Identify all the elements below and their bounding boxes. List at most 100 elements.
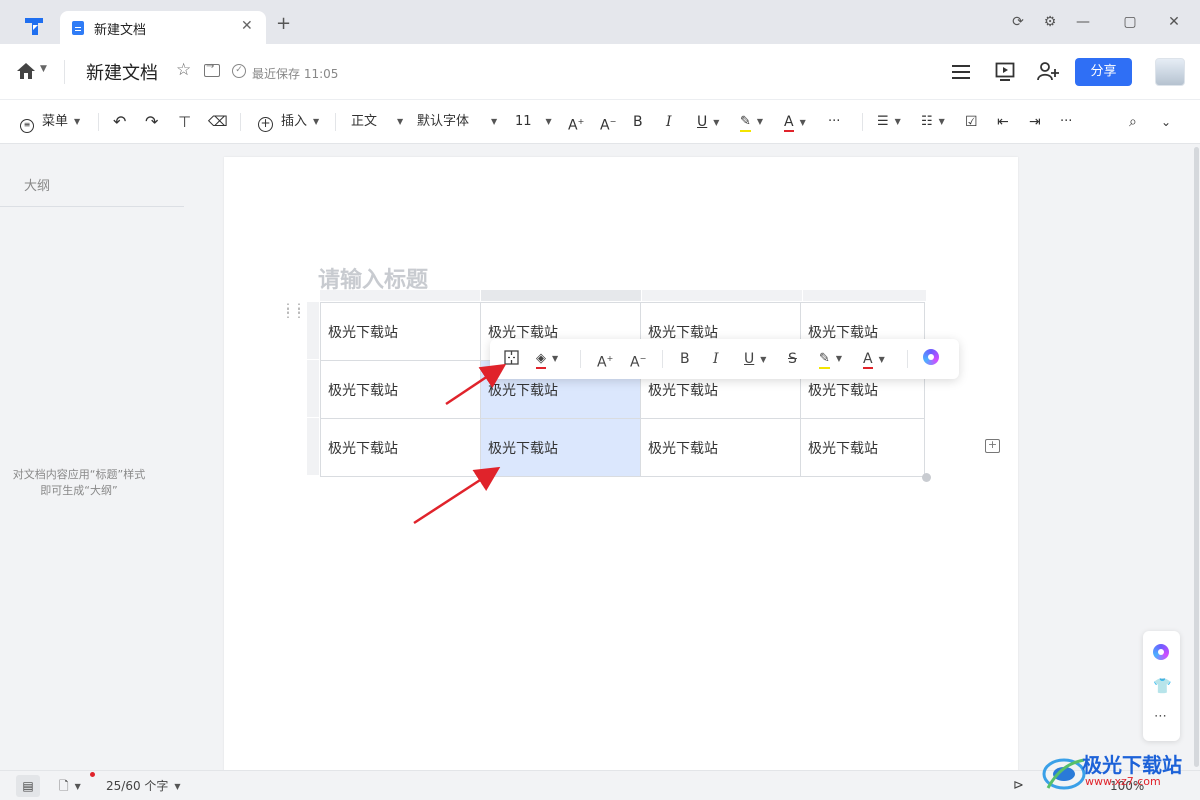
table-row: 极光下载站 极光下载站 极光下载站 极光下载站 [320,418,925,477]
italic-button[interactable]: I [713,339,719,379]
minimize-icon[interactable]: — [1073,12,1093,32]
row-handle[interactable] [307,418,319,475]
document-icon [72,21,84,35]
underline-label: U [744,351,755,367]
toolbar-divider [862,113,863,131]
undo-icon[interactable]: ↶ [113,100,126,144]
checklist-icon[interactable]: ☑ [965,100,978,144]
decrease-font-icon[interactable]: A− [630,339,646,379]
new-tab-icon[interactable]: + [276,15,291,33]
star-icon[interactable]: ☆ [176,60,191,80]
watermark-url: www.xz7.com [1085,775,1161,788]
merge-cells-button[interactable] [504,339,519,379]
merge-cells-icon [504,350,519,365]
app-logo-icon[interactable] [22,14,46,38]
add-collaborator-icon[interactable] [1037,61,1059,81]
highlight-button[interactable]: ✎ ▼ [740,100,763,144]
bold-button[interactable]: B [680,339,690,379]
table-cell[interactable]: 极光下载站 [320,418,481,477]
share-button[interactable]: 分享 [1075,58,1132,86]
paragraph-style-value: 正文 [351,114,378,129]
bold-button[interactable]: B [633,100,643,144]
presentation-icon[interactable] [995,62,1015,82]
more-icon[interactable]: ··· [1060,100,1072,144]
bullet-list-button[interactable]: ☰ ▼ [877,100,901,144]
play-icon[interactable]: ⊳ [1013,771,1024,800]
redo-icon[interactable]: ↷ [145,100,158,144]
outline-title: 大纲 [24,179,51,194]
menu-button[interactable]: ≡ 菜单 ▼ [20,100,80,144]
skin-icon[interactable]: 👕 [1153,677,1172,695]
ai-assistant-icon[interactable] [1153,642,1169,661]
column-handle[interactable] [803,290,926,301]
paragraph-style-select[interactable]: 正文 ▼ [351,100,403,144]
table-cell[interactable]: 极光下载站 [800,418,925,477]
table-resize-handle[interactable] [922,473,931,482]
clear-format-icon[interactable]: ⌫ [208,100,228,144]
close-tab-icon[interactable]: ✕ [241,18,253,34]
document-title[interactable]: 新建文档 [86,59,158,85]
selected-table-cell[interactable]: 极光下载站 [480,418,641,477]
document-info-button[interactable]: 🗋 ▼ [59,771,81,800]
maximize-icon[interactable]: ▢ [1120,12,1140,32]
numbered-list-icon: ☷ [921,114,933,129]
font-color-button[interactable]: A ▼ [863,339,885,379]
move-to-folder-icon[interactable] [204,61,220,77]
outdent-icon[interactable]: ⇤ [997,100,1009,144]
sync-icon[interactable]: ⟳ [1008,12,1028,32]
highlight-icon: ✎ [819,351,830,369]
popup-divider [907,350,908,368]
increase-font-icon[interactable]: A+ [597,339,613,379]
numbered-list-button[interactable]: ☷ ▼ [921,100,945,144]
insert-button[interactable]: + 插入 ▼ [258,100,319,144]
tab-new-document[interactable]: 新建文档 ✕ [60,11,266,44]
underline-button[interactable]: U ▼ [744,339,766,379]
popup-divider [662,350,663,368]
search-icon[interactable]: ⌕ [1129,100,1137,144]
column-handle[interactable] [320,290,480,301]
chevron-down-icon[interactable]: ⌄ [1161,100,1171,144]
avatar[interactable] [1155,58,1185,86]
italic-button[interactable]: I [666,100,672,144]
column-handle[interactable] [642,290,802,301]
indent-icon[interactable]: ⇥ [1029,100,1041,144]
highlight-button[interactable]: ✎ ▼ [819,339,842,379]
menu-lines-icon[interactable] [951,64,971,80]
format-painter-icon[interactable]: ⊤ [178,100,191,144]
ai-assistant-icon[interactable] [923,339,939,379]
status-bar: ▤ 🗋 ▼ 25/60 个字 ▼ ⊳ 100% [0,770,1200,800]
font-family-value: 默认字体 [417,114,470,129]
popup-divider [580,350,581,368]
home-caret-icon[interactable]: ▼ [40,64,47,74]
decrease-font-icon[interactable]: A− [600,100,616,144]
font-family-select[interactable]: 默认字体 ▼ [417,100,497,144]
underline-button[interactable]: U ▼ [697,100,719,144]
home-icon[interactable] [16,62,36,80]
close-window-icon[interactable]: ✕ [1164,12,1184,32]
more-icon[interactable]: ⋯ [1154,709,1167,724]
row-handle[interactable] [307,360,319,417]
row-handle[interactable] [307,302,319,359]
header-divider [64,60,65,84]
more-icon[interactable]: ··· [828,100,840,144]
bullet-list-icon: ☰ [877,114,889,129]
settings-icon[interactable]: ⚙ [1040,12,1060,32]
outline-toggle-icon[interactable]: ▤ [16,775,40,797]
cell-fill-button[interactable]: ◈ ▼ [536,339,558,379]
watermark-name: 极光下载站 [1082,753,1182,777]
table-cell[interactable]: 极光下载站 [320,360,481,419]
drag-handle-icon[interactable]: ⋮⋮ ⋮⋮ [282,302,305,319]
table-cell[interactable]: 极光下载站 [320,302,481,361]
font-size-select[interactable]: 11 ▼ [515,100,552,144]
increase-font-icon[interactable]: A+ [568,100,584,144]
column-handle[interactable] [481,290,641,301]
save-status: 最近保存 11:05 [252,67,339,81]
table-cell[interactable]: 极光下载站 [640,418,801,477]
font-color-button[interactable]: A ▼ [784,100,806,144]
notification-dot [90,772,95,777]
scrollbar[interactable] [1194,147,1199,767]
strikethrough-button[interactable]: S [788,339,797,379]
word-count[interactable]: 25/60 个字 ▼ [106,771,181,800]
outline-hint-line: 即可生成“大纲” [40,484,118,497]
add-comment-icon[interactable]: + [985,439,1000,453]
